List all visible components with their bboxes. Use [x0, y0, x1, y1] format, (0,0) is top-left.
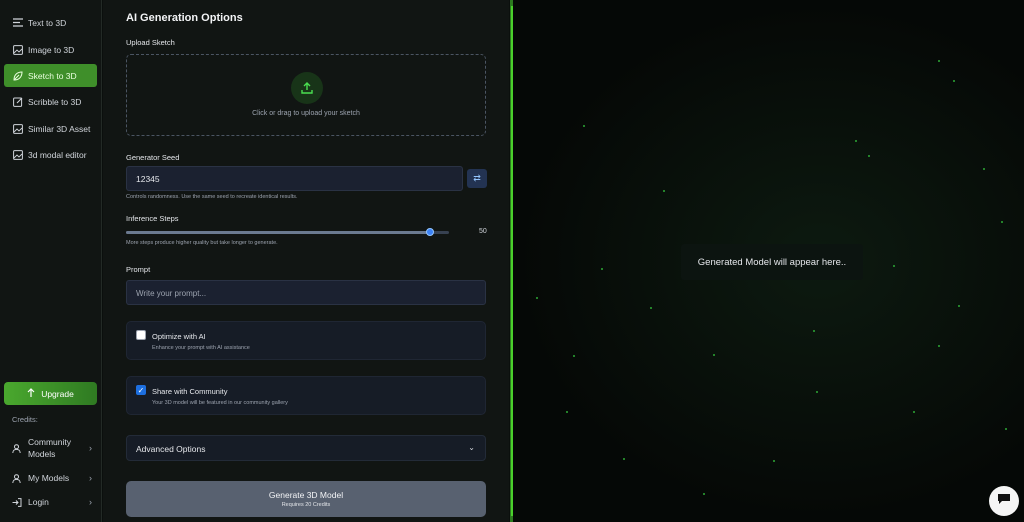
login-icon [12, 497, 23, 507]
star-particle [583, 125, 585, 127]
optimize-ai-option[interactable]: Optimize with AI Enhance your prompt wit… [126, 321, 486, 360]
nav-sketch-to-3d[interactable]: Sketch to 3D [4, 64, 97, 87]
nav-similar-3d-asset[interactable]: Similar 3D Asset [4, 117, 97, 140]
star-particle [855, 140, 857, 142]
image-icon [12, 44, 23, 55]
optimize-subtitle: Enhance your prompt with AI assistance [152, 345, 250, 351]
seed-input[interactable]: 12345 [126, 166, 463, 191]
nav-3d-modal-editor[interactable]: 3d modal editor [4, 143, 97, 166]
upload-dropzone[interactable]: Click or drag to upload your sketch [126, 54, 486, 136]
star-particle [1005, 428, 1007, 430]
nav-label: My Models [28, 473, 70, 483]
star-particle [536, 297, 538, 299]
user-icon [12, 473, 23, 483]
arrow-up-icon [27, 388, 35, 399]
user-icon [12, 443, 23, 453]
optimize-checkbox[interactable] [136, 330, 146, 340]
nav-label: Similar 3D Asset [28, 123, 91, 134]
steps-slider[interactable] [126, 228, 449, 236]
star-particle [713, 354, 715, 356]
star-particle [773, 460, 775, 462]
sidebar: Text to 3D Image to 3D Sketch to 3D Scri… [0, 0, 102, 522]
upload-icon [291, 72, 323, 104]
model-viewer[interactable]: Generated Model will appear here.. [513, 0, 1024, 522]
star-particle [703, 493, 705, 495]
chat-icon [997, 492, 1011, 510]
credits-label: Credits: [12, 415, 38, 424]
slider-fill [126, 231, 430, 234]
nav-text-to-3d[interactable]: Text to 3D [4, 11, 97, 34]
share-community-option[interactable]: ✓ Share with Community Your 3D model wil… [126, 376, 486, 415]
share-checkbox[interactable]: ✓ [136, 385, 146, 395]
upload-label: Upload Sketch [126, 38, 175, 47]
chevron-right-icon: › [89, 497, 92, 507]
slider-thumb[interactable] [425, 228, 434, 236]
star-particle [601, 268, 603, 270]
prompt-input[interactable]: Write your prompt... [126, 280, 486, 305]
prompt-label: Prompt [126, 265, 151, 274]
star-particle [868, 155, 870, 157]
advanced-options-toggle[interactable]: Advanced Options ⌄ [126, 435, 486, 461]
steps-value: 50 [479, 228, 487, 235]
nav-my-models[interactable]: My Models › [12, 473, 92, 483]
share-subtitle: Your 3D model will be featured in our co… [152, 400, 288, 406]
star-particle [816, 391, 818, 393]
steps-help: More steps produce higher quality but ta… [126, 240, 278, 246]
star-particle [663, 190, 665, 192]
generation-options-panel: AI Generation Options Upload Sketch Clic… [103, 0, 612, 522]
text-lines-icon [12, 17, 23, 28]
upgrade-label: Upgrade [41, 388, 74, 399]
star-particle [938, 60, 940, 62]
edit-icon [12, 96, 23, 107]
seed-label: Generator Seed [126, 153, 180, 162]
chevron-down-icon: ⌄ [468, 443, 475, 452]
nav-label: Image to 3D [28, 44, 75, 55]
generate-subtitle: Requires 20 Credits [281, 502, 331, 508]
nav-scribble-to-3d[interactable]: Scribble to 3D [4, 90, 97, 113]
randomize-seed-button[interactable]: ⇄ [467, 169, 487, 188]
nav-label: 3d modal editor [28, 149, 87, 160]
viewer-placeholder: Generated Model will appear here.. [681, 244, 863, 280]
chevron-right-icon: › [89, 473, 92, 483]
optimize-title: Optimize with AI [152, 332, 206, 341]
star-particle [938, 345, 940, 347]
generate-title: Generate 3D Model [268, 490, 344, 500]
star-particle [623, 458, 625, 460]
panel-title: AI Generation Options [126, 12, 243, 24]
generate-button[interactable]: Generate 3D Model Requires 20 Credits [126, 481, 486, 517]
nav-community-models[interactable]: Community Models › [12, 436, 92, 460]
chevron-right-icon: › [89, 443, 92, 453]
star-particle [573, 355, 575, 357]
star-particle [1001, 221, 1003, 223]
nav-label: Sketch to 3D [28, 70, 77, 81]
star-particle [893, 265, 895, 267]
nav-label: Scribble to 3D [28, 96, 82, 107]
star-particle [953, 80, 955, 82]
nav-image-to-3d[interactable]: Image to 3D [4, 38, 97, 61]
upgrade-button[interactable]: Upgrade [4, 382, 97, 405]
star-particle [566, 411, 568, 413]
star-particle [983, 168, 985, 170]
star-particle [650, 307, 652, 309]
leaf-icon [12, 70, 23, 81]
nav-label: Login [28, 497, 49, 507]
nav-label: Community Models [28, 437, 71, 459]
star-particle [958, 305, 960, 307]
advanced-options-label: Advanced Options [136, 444, 206, 454]
upload-hint: Click or drag to upload your sketch [252, 110, 360, 117]
share-title: Share with Community [152, 387, 228, 396]
shuffle-icon: ⇄ [473, 173, 481, 183]
chat-button[interactable] [989, 486, 1019, 516]
star-particle [813, 330, 815, 332]
image-icon [12, 123, 23, 134]
nav-label: Text to 3D [28, 17, 67, 28]
steps-label: Inference Steps [126, 214, 179, 223]
seed-help: Controls randomness. Use the same seed t… [126, 194, 298, 200]
star-particle [913, 411, 915, 413]
image-icon [12, 149, 23, 160]
nav-login[interactable]: Login › [12, 497, 92, 507]
